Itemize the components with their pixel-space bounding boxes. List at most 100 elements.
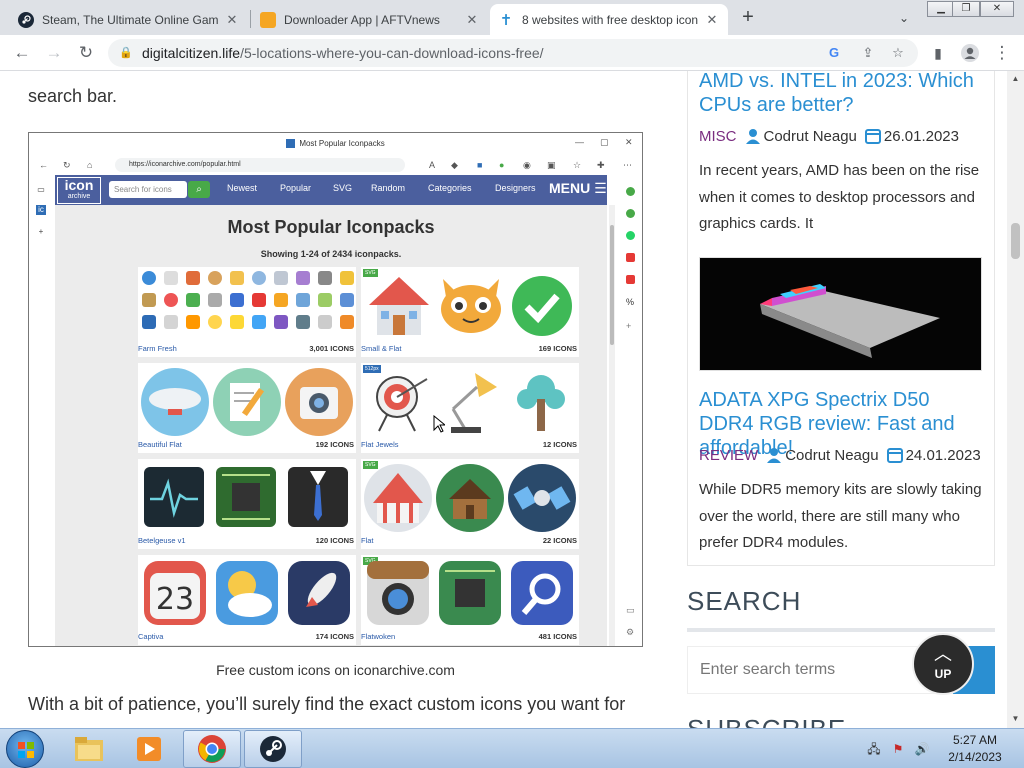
- taskbar-chrome[interactable]: [183, 730, 241, 768]
- iconpack-count: 174 ICONS: [315, 632, 354, 641]
- farm-fresh-icons: [138, 267, 356, 343]
- side-panel-icon[interactable]: ▮: [926, 41, 950, 65]
- iconarchive-nav-link: Newest: [227, 183, 258, 193]
- close-icon[interactable]: ✕: [464, 12, 480, 28]
- new-tab-button[interactable]: +: [736, 6, 760, 30]
- embedded-collections-icon: ✚: [597, 160, 605, 170]
- iconarchive-heading: Most Popular Iconpacks: [227, 217, 435, 237]
- google-lens-icon[interactable]: G: [824, 43, 844, 63]
- post-category[interactable]: MISC: [699, 128, 737, 145]
- tab-steam[interactable]: Steam, The Ultimate Online Game ✕: [10, 4, 248, 35]
- embedded-reload-icon: ↻: [63, 160, 71, 170]
- post-category[interactable]: REVIEW: [699, 447, 758, 464]
- taskbar-steam[interactable]: [244, 730, 302, 768]
- ram-module-image: [700, 258, 981, 370]
- iconarchive-menu: MENU ☰: [549, 180, 607, 196]
- checkmark-icon: [512, 276, 572, 336]
- windows-logo-icon: [18, 742, 34, 758]
- profile-avatar-icon[interactable]: [958, 41, 982, 65]
- post-meta: MISC Codrut Neagu 26.01.2023: [699, 126, 959, 146]
- post-author[interactable]: Codrut Neagu: [785, 447, 878, 464]
- taskbar-media-player[interactable]: [120, 730, 178, 768]
- circus-tent-icon: [364, 464, 432, 532]
- chrome-icon: [198, 735, 226, 763]
- embedded-maximize-icon: ▢: [600, 137, 609, 147]
- iconarchive-subheading: Showing 1-24 of 2434 iconpacks.: [260, 249, 402, 259]
- embedded-add-icon: +: [38, 227, 44, 236]
- close-icon[interactable]: ✕: [224, 12, 240, 28]
- address-url[interactable]: digitalcitizen.life/5-locations-where-yo…: [142, 45, 544, 61]
- post-excerpt: While DDR5 memory kits are slowly taking…: [699, 481, 982, 551]
- embedded-ext2-icon: ■: [477, 160, 483, 170]
- post-image-ddr4[interactable]: [699, 257, 982, 371]
- embedded-back-icon: ←: [39, 160, 48, 170]
- taskbar-explorer[interactable]: [60, 730, 118, 768]
- iconpack-name: Betelgeuse v1: [138, 536, 186, 545]
- iconpack-name: Beautiful Flat: [138, 440, 182, 449]
- embedded-ext-icon: ◆: [451, 160, 458, 170]
- post-title-amd-intel[interactable]: AMD vs. INTEL in 2023: Which CPUs are be…: [699, 71, 989, 117]
- iconarchive-search-input: Search for icons: [109, 181, 187, 198]
- calendar-icon: [886, 448, 903, 463]
- search-app-icon: [511, 561, 573, 625]
- minimize-button[interactable]: ▁: [927, 1, 955, 17]
- embedded-side-icon: [626, 187, 635, 196]
- address-bar[interactable]: 🔒 digitalcitizen.life/5-locations-where-…: [108, 39, 918, 67]
- share-icon[interactable]: ⇪: [858, 43, 878, 63]
- maximize-button[interactable]: ❐: [952, 1, 980, 17]
- taskbar-clock[interactable]: 5:27 AM 2/14/2023: [940, 732, 1010, 766]
- notepad-icon: [213, 368, 281, 436]
- iconpack-card-small-flat: SVG Small & Flat 169 ICONS: [361, 267, 579, 357]
- house-icon: [369, 277, 429, 335]
- cat-face-icon: [441, 279, 501, 333]
- iconarchive-nav-link: Random: [371, 183, 406, 193]
- network-tray-icon[interactable]: 🖧: [866, 741, 882, 757]
- iconarchive-search-icon: ⌕: [188, 181, 210, 198]
- menu-kebab-icon[interactable]: ⋮: [990, 41, 1014, 65]
- embedded-panel-icon: ▭: [626, 605, 635, 615]
- media-player-icon: [137, 737, 161, 761]
- embedded-side-icon: [626, 253, 635, 262]
- desk-lamp-icon: [451, 373, 497, 433]
- tab-digitalcitizen[interactable]: ✝ 8 websites with free desktop icons ✕: [490, 4, 728, 35]
- iconpack-card-flat: SVG Flat 22 ICONS: [361, 459, 579, 549]
- iconpack-card-farm-fresh: Farm Fresh 3,001 ICONS: [138, 267, 356, 357]
- up-label: UP: [934, 667, 952, 681]
- camera-icon: [285, 368, 353, 436]
- scroll-to-top-button[interactable]: ︿ UP: [912, 633, 974, 695]
- embedded-urlbar: ← ↻ ⌂ https://iconarchive.com/popular.ht…: [29, 155, 642, 175]
- figure-caption: Free custom icons on iconarchive.com: [216, 662, 455, 678]
- back-icon[interactable]: ←: [10, 41, 34, 65]
- scroll-thumb[interactable]: [1011, 223, 1020, 259]
- iconpack-name: Flat Jewels: [361, 440, 399, 449]
- tab-aftvnews[interactable]: Downloader App | AFTVnews ✕: [252, 4, 488, 35]
- iconpack-card-betelgeuse: Betelgeuse v1 120 ICONS: [138, 459, 356, 549]
- calendar-icon: 23: [144, 561, 206, 625]
- bookmark-star-icon[interactable]: ☆: [888, 43, 908, 63]
- post-author[interactable]: Codrut Neagu: [764, 128, 857, 145]
- embedded-ext4-icon: ◉: [523, 160, 531, 170]
- iconpack-count: 120 ICONS: [315, 536, 354, 545]
- close-icon[interactable]: ✕: [704, 12, 720, 28]
- reload-icon[interactable]: ↻: [74, 41, 98, 65]
- lock-icon[interactable]: 🔒: [118, 45, 134, 61]
- satellite-icon: [508, 464, 576, 532]
- embedded-right-sidebar: % + ▭ ⚙: [618, 175, 642, 646]
- page-scrollbar[interactable]: ▲ ▼: [1007, 71, 1024, 728]
- camera-app-icon: [367, 561, 429, 625]
- start-button[interactable]: [6, 730, 44, 768]
- iconarchive-nav-link: Popular: [280, 183, 312, 193]
- action-center-tray-icon[interactable]: ⚑: [890, 741, 906, 757]
- tab-search-chevron-icon[interactable]: ⌄: [894, 8, 914, 28]
- forward-icon[interactable]: →: [42, 41, 66, 65]
- embedded-close-icon: ✕: [625, 137, 633, 147]
- close-window-button[interactable]: ✕: [980, 1, 1014, 17]
- tab-strip: Steam, The Ultimate Online Game ✕ Downlo…: [0, 0, 1024, 35]
- scroll-down-arrow-icon[interactable]: ▼: [1007, 712, 1024, 726]
- scroll-up-arrow-icon[interactable]: ▲: [1007, 72, 1024, 86]
- volume-tray-icon[interactable]: 🔊: [914, 741, 930, 757]
- iconpack-card-captiva: 23 Captiva 174 ICONS: [138, 555, 356, 645]
- embedded-url: https://iconarchive.com/popular.html: [115, 158, 405, 172]
- embedded-minimize-icon: —: [575, 137, 584, 147]
- cursor-icon: [433, 415, 445, 433]
